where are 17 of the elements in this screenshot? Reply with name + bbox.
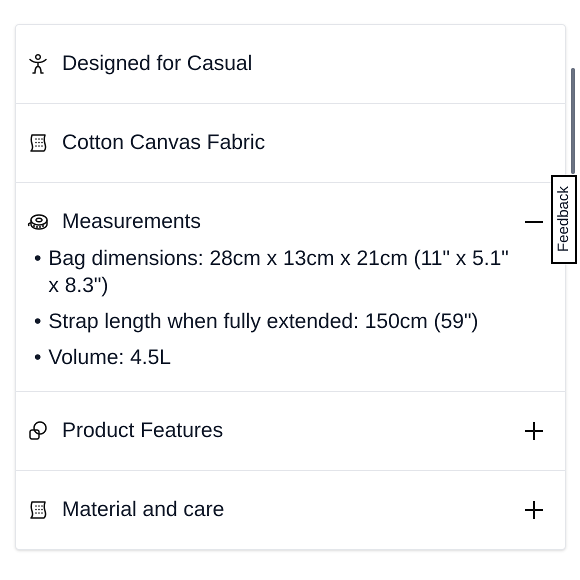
measurement-text: Strap length when fully extended: 150cm (59") <box>48 309 478 335</box>
plus-icon[interactable] <box>523 420 545 442</box>
bullet: • <box>34 309 42 335</box>
scrollbar-thumb[interactable] <box>571 68 575 174</box>
person-icon <box>27 53 49 75</box>
shapes-icon <box>27 420 49 442</box>
measurement-text: Volume: 4.5L <box>48 345 171 371</box>
section-title[interactable]: Measurements <box>62 206 510 238</box>
plus-icon[interactable] <box>523 499 545 521</box>
section-title: Cotton Canvas Fabric <box>62 130 266 156</box>
measurement-text: Bag dimensions: 28cm x 13cm x 21cm (11" x 5.1" x 8.3") <box>48 246 510 299</box>
section-title[interactable]: Material and care <box>62 494 510 526</box>
section-title[interactable]: Product Features <box>62 415 510 447</box>
feedback-tab[interactable]: Feedback <box>551 175 577 264</box>
section-title: Designed for Casual <box>62 51 254 78</box>
bullet: • <box>34 246 42 272</box>
bullet: • <box>34 345 42 371</box>
